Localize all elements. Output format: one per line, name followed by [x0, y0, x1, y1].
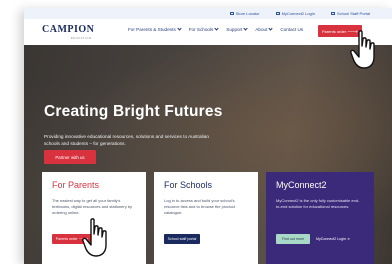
nav-item-for-schools[interactable]: For Schools: [188, 26, 219, 32]
nav-menu: For Parents & Students For Schools Suppo…: [128, 26, 303, 32]
school-staff-portal-button[interactable]: School staff portal: [164, 234, 200, 244]
card-text: The easiest way to get all your family's…: [52, 198, 133, 216]
campion-logo[interactable]: CAMPION: [42, 24, 94, 35]
card-text: Log in to access and build your school's…: [164, 198, 235, 216]
nav-item-label: About: [255, 27, 268, 32]
nav-item-label: Contact Us: [280, 27, 304, 32]
school-staff-portal-link[interactable]: School Staff Portal: [330, 11, 370, 16]
chevron-down-icon: [177, 26, 182, 31]
logo-text: CAMPION: [42, 24, 95, 35]
store-locator-label: Store Locator: [235, 11, 260, 16]
browser-screenshot: Store Locator MyConnect2 Login School St…: [24, 8, 392, 264]
hand-cursor-icon: [350, 30, 375, 69]
card-myconnect2: MyConnect2 MyConnect2 is the only fully …: [266, 172, 374, 264]
hero-section: Creating Bright Futures Providing innova…: [24, 45, 392, 264]
chevron-down-icon: [268, 26, 273, 31]
nav-item-label: For Schools: [188, 27, 214, 32]
logo-subtext: EDUCATION: [71, 37, 92, 40]
hero-title: Creating Bright Futures: [44, 103, 223, 120]
school-staff-portal-label: School Staff Portal: [336, 11, 370, 16]
partner-with-us-button[interactable]: Partner with us: [44, 150, 96, 164]
utility-bar: Store Locator MyConnect2 Login School St…: [24, 8, 392, 19]
find-out-more-button[interactable]: Find out more: [276, 234, 310, 244]
chevron-down-icon: [243, 26, 248, 31]
card-text: MyConnect2 is the only fully customisabl…: [276, 198, 360, 210]
card-for-schools: For Schools Log in to access and build y…: [154, 172, 258, 264]
card-title: For Schools: [164, 180, 213, 190]
nav-item-about[interactable]: About: [255, 26, 273, 32]
nav-item-label: Support: [226, 27, 243, 32]
nav-item-contact-us[interactable]: Contact Us: [280, 27, 303, 32]
card-title: MyConnect2: [276, 180, 327, 190]
card-title: For Parents: [52, 180, 100, 190]
nav-item-parents-students[interactable]: For Parents & Students: [128, 26, 182, 32]
myconnect2-login-button[interactable]: MyConnect2 Login ➜: [316, 234, 364, 244]
nav-item-label: For Parents & Students: [128, 27, 176, 32]
hand-cursor-icon: [82, 218, 107, 257]
portal-icon: [330, 12, 335, 15]
location-icon: [229, 12, 234, 15]
myconnect2-login-label: MyConnect2 Login: [281, 11, 315, 16]
nav-item-support[interactable]: Support: [226, 26, 248, 32]
chevron-down-icon: [214, 26, 219, 31]
login-icon: [275, 12, 280, 15]
main-nav: CAMPION EDUCATION For Parents & Students…: [24, 19, 392, 45]
myconnect2-login-link[interactable]: MyConnect2 Login: [275, 11, 315, 16]
store-locator-link[interactable]: Store Locator: [229, 11, 260, 16]
hero-subtitle: Providing innovative educational resourc…: [44, 134, 209, 146]
